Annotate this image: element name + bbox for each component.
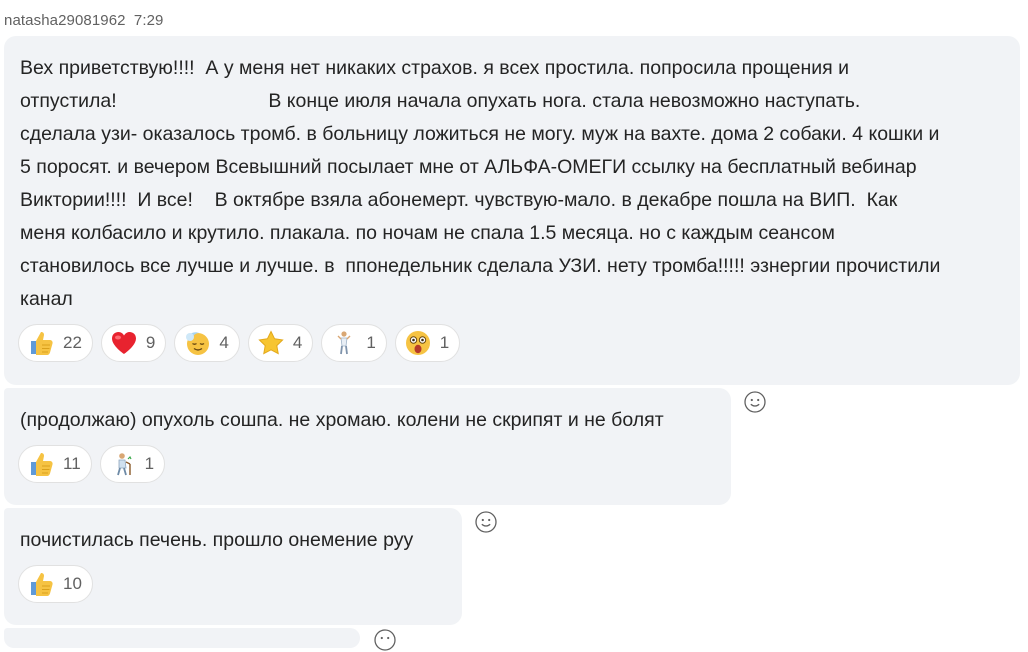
thumbs-up-icon [31,332,53,355]
reaction-count: 11 [63,454,81,473]
reaction-count: 1 [144,454,155,473]
reaction-count: 22 [63,333,82,352]
reaction-count: 4 [292,333,303,352]
reaction-thumbs-up[interactable]: 22 [18,324,93,362]
star-icon [258,330,284,355]
reaction-count: 9 [145,333,156,352]
add-reaction-smiley-icon[interactable] [743,390,767,414]
reaction-thumbs-up[interactable]: 10 [18,565,93,603]
reaction-astonished[interactable]: 1 [394,324,461,362]
person-figure-icon [337,331,351,355]
chat-message-bubble[interactable]: Вех приветствую!!!! А у меня нет никаких… [4,36,1020,385]
message-text: почистилась печень. прошло онемение руу [20,529,414,551]
add-reaction-smiley-icon[interactable] [474,510,498,534]
reaction-count: 4 [219,333,229,352]
thumbs-up-icon [31,453,53,476]
reaction-star[interactable]: 4 [247,324,314,362]
chat-message-bubble[interactable] [4,628,360,648]
heart-icon [111,332,136,354]
message-header: natasha29081962 7:29 [4,12,164,29]
chat-message-bubble[interactable]: (продолжаю) опухоль сошпа. не хромаю. ко… [4,388,731,505]
elderly-walking-icon [116,453,132,476]
reaction-count: 1 [439,333,450,352]
message-text: (продолжаю) опухоль сошпа. не хромаю. ко… [20,409,664,431]
relieved-face-icon [186,332,210,355]
reactions-bar: 22 9 4 4 1 1 [18,324,461,362]
reaction-count: 10 [63,574,82,593]
thumbs-up-icon [31,573,53,596]
astonished-face-icon [405,331,430,355]
reactions-bar: 10 [18,565,93,603]
author-name[interactable]: natasha29081962 [4,12,126,29]
message-time: 7:29 [133,12,164,29]
reaction-elderly-walking[interactable]: 1 [99,445,166,483]
reaction-person[interactable]: 1 [321,324,387,362]
reaction-heart[interactable]: 9 [100,324,167,362]
reactions-bar: 11 1 [18,445,166,483]
reaction-relieved[interactable]: 4 [174,324,240,362]
chat-message-bubble[interactable]: почистилась печень. прошло онемение руу … [4,508,462,625]
message-text: Вех приветствую!!!! А у меня нет никаких… [20,57,941,310]
add-reaction-smiley-icon[interactable] [373,628,397,652]
reaction-thumbs-up[interactable]: 11 [18,445,92,483]
reaction-count: 1 [366,333,376,352]
